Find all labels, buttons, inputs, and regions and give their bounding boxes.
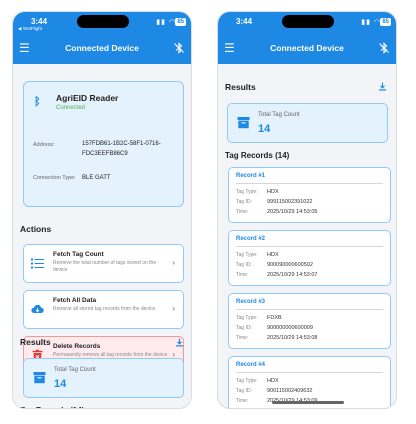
tag-id-value: 999115002391022: [267, 199, 313, 205]
tag-id-label: Tag ID:: [236, 388, 252, 394]
battery-indicator: 85: [380, 18, 391, 26]
results-heading: Results: [20, 337, 51, 347]
bluetooth-disabled-icon[interactable]: [173, 42, 185, 54]
bluetooth-disabled-icon[interactable]: [378, 42, 390, 54]
tag-id-value: 900115002409632: [267, 388, 313, 394]
device-card: ᛒ AgriEID Reader Connected Address: 157F…: [23, 81, 184, 207]
tag-type-value: FDXB: [267, 315, 282, 321]
time-label: Time:: [236, 335, 249, 341]
divider: [236, 183, 383, 184]
status-bar: 3:44 ▮▮ ◠ 85: [218, 12, 396, 34]
total-tag-count-card: Total Tag Count 14: [23, 358, 184, 398]
app-bar-title: Connected Device: [65, 43, 139, 53]
device-name: AgriEID Reader: [56, 93, 119, 103]
time-label: Time:: [236, 398, 249, 404]
home-indicator: [272, 401, 344, 404]
tag-records-heading: Tag Records (14): [225, 151, 290, 160]
battery-indicator: 85: [175, 18, 186, 26]
signal-wifi-icon: ▮▮ ◠: [156, 19, 176, 26]
time-label: Time:: [236, 272, 249, 278]
time-value: 2025/10/29 14:53:08: [267, 335, 318, 341]
device-status: Connected: [56, 105, 86, 111]
tag-type-label: Tag Type:: [236, 378, 258, 384]
fetch-all-data-button[interactable]: Fetch All Data Retrieve all stored tag r…: [23, 290, 184, 329]
archive-icon: [237, 117, 250, 129]
total-tag-count-card: Total Tag Count 14: [227, 103, 388, 143]
tag-id-value: 900090000600502: [267, 262, 313, 268]
results-heading: Results: [225, 82, 256, 92]
record-title: Record #3: [236, 299, 266, 305]
action-title: Delete Records: [53, 343, 101, 350]
total-tag-count-value: 14: [258, 123, 271, 135]
record-title: Record #4: [236, 362, 266, 368]
divider: [236, 246, 383, 247]
connection-type-value: BLE GATT: [82, 175, 111, 181]
tag-records-heading: Tag Records (14): [20, 406, 84, 408]
phone-screen-tag-records: 3:44 ▮▮ ◠ 85 ☰ Connected Device Results …: [217, 11, 397, 409]
download-icon[interactable]: [175, 338, 184, 347]
signal-wifi-icon: ▮▮ ◠: [361, 19, 381, 26]
action-description: Retrieve the total number of tags stored…: [53, 260, 157, 273]
app-bar-title: Connected Device: [270, 43, 344, 53]
tag-type-label: Tag Type:: [236, 189, 258, 195]
total-tag-count-label: Total Tag Count: [54, 367, 96, 373]
action-title: Fetch Tag Count: [53, 251, 104, 258]
tag-id-value: 900000000600009: [267, 325, 313, 331]
address-value: 157FDB61-1B2C-58F1-0716-FDC3EEFB86C9: [82, 141, 161, 157]
tag-type-value: HDX: [267, 252, 279, 258]
status-time: 3:44: [236, 17, 253, 26]
dynamic-island: [77, 15, 129, 28]
action-title: Fetch All Data: [53, 297, 97, 304]
bluetooth-icon: ᛒ: [34, 96, 41, 108]
record-card: Record #1 Tag Type: HDX Tag ID: 99911500…: [228, 167, 391, 223]
address-label: Address:: [33, 142, 55, 148]
tag-type-value: HDX: [267, 378, 279, 384]
chevron-right-icon: ›: [172, 258, 175, 267]
app-bar: ☰ Connected Device: [13, 34, 191, 64]
total-tag-count-label: Total Tag Count: [258, 112, 300, 118]
action-description: Retrieve all stored tag records from the…: [53, 306, 156, 312]
divider: [236, 372, 383, 373]
connection-type-label: Connection Type:: [33, 175, 76, 181]
chevron-right-icon: ›: [172, 304, 175, 313]
divider: [236, 309, 383, 310]
actions-heading: Actions: [20, 224, 52, 234]
tag-id-label: Tag ID:: [236, 199, 252, 205]
time-value: 2025/10/29 14:53:05: [267, 209, 318, 215]
total-tag-count-value: 14: [54, 378, 67, 390]
status-time: 3:44: [31, 17, 48, 26]
record-card: Record #2 Tag Type: HDX Tag ID: 90009000…: [228, 230, 391, 286]
cloud-download-icon: [31, 304, 44, 313]
record-title: Record #2: [236, 236, 266, 242]
download-icon[interactable]: [378, 82, 387, 91]
time-value: 2025/10/29 14:53:07: [267, 272, 318, 278]
archive-icon: [33, 372, 46, 384]
time-label: Time:: [236, 209, 249, 215]
tag-id-label: Tag ID:: [236, 262, 252, 268]
tag-type-label: Tag Type:: [236, 252, 258, 258]
tag-id-label: Tag ID:: [236, 325, 252, 331]
back-to-testflight-link[interactable]: ◀ TestFlight: [18, 26, 42, 32]
main-content: ᛒ AgriEID Reader Connected Address: 157F…: [13, 64, 191, 408]
record-title: Record #1: [236, 173, 266, 179]
app-bar: ☰ Connected Device: [218, 34, 396, 64]
dynamic-island: [282, 15, 334, 28]
list-icon: [31, 258, 44, 269]
tag-type-value: HDX: [267, 189, 279, 195]
record-card: Record #3 Tag Type: FDXB Tag ID: 9000000…: [228, 293, 391, 349]
status-bar: 3:44 ◀ TestFlight ▮▮ ◠ 85: [13, 12, 191, 34]
tag-type-label: Tag Type:: [236, 315, 258, 321]
fetch-tag-count-button[interactable]: Fetch Tag Count Retrieve the total numbe…: [23, 244, 184, 283]
phone-screen-device-overview: 3:44 ◀ TestFlight ▮▮ ◠ 85 ☰ Connected De…: [12, 11, 192, 409]
